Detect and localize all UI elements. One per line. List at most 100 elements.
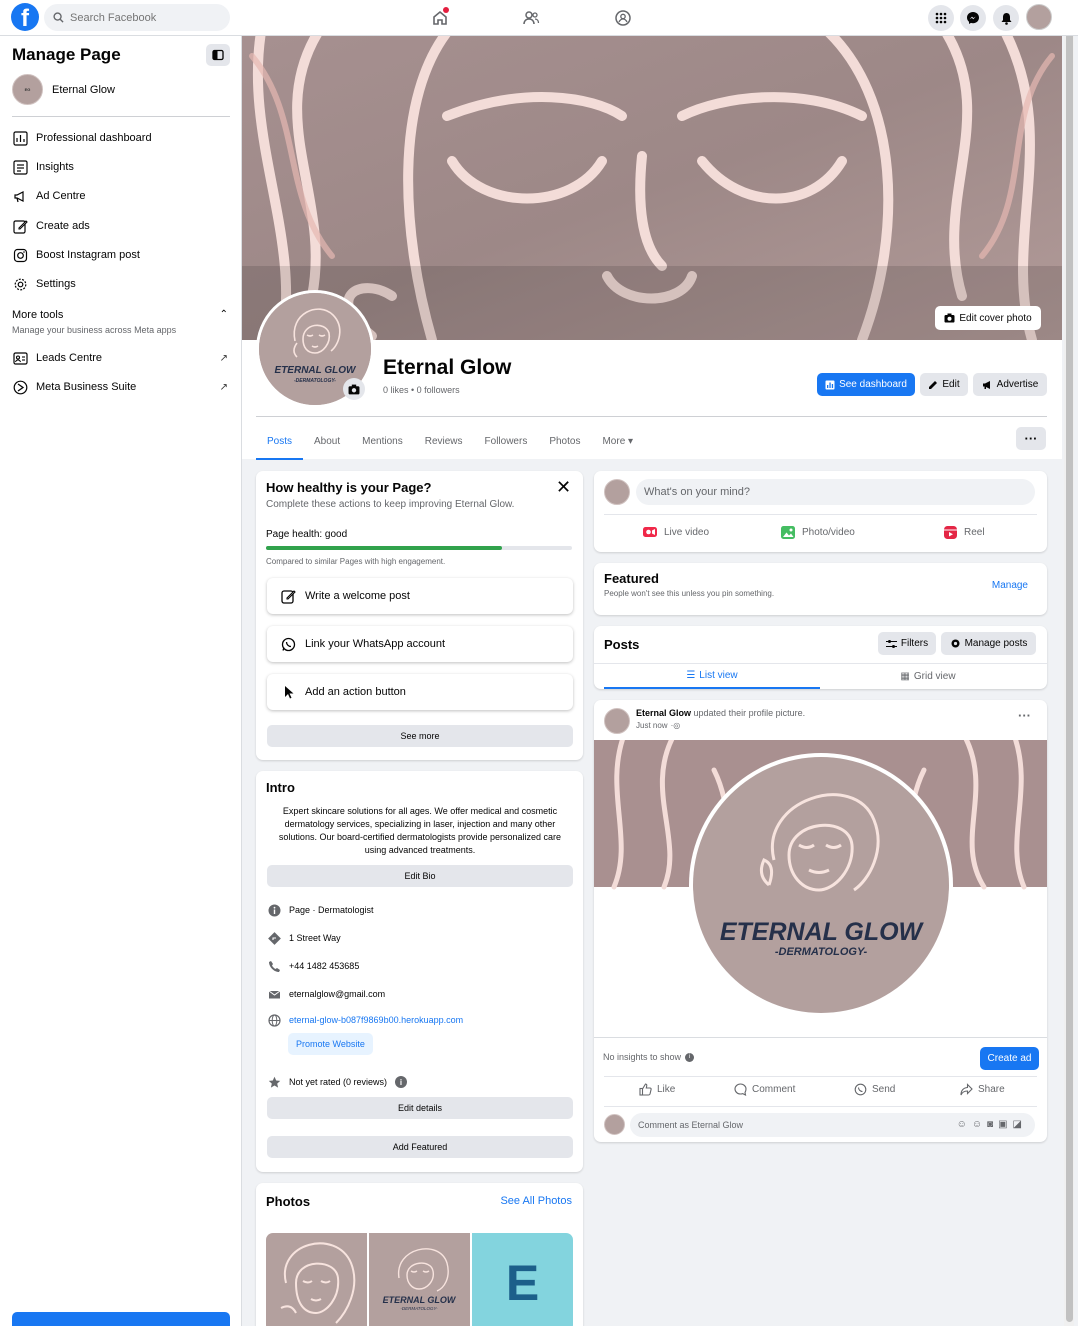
messenger-icon[interactable] (960, 5, 986, 31)
external-link-icon: ↗ (219, 352, 228, 364)
list-icon: ☰ (686, 670, 696, 681)
search-bar[interactable] (44, 4, 230, 31)
collapse-sidebar-button[interactable] (206, 44, 230, 66)
edit-details-button[interactable]: Edit details (267, 1097, 573, 1119)
close-icon[interactable]: ✕ (556, 477, 571, 498)
reel-button[interactable]: Reel (943, 525, 985, 540)
health-subtitle: Complete these actions to keep improving… (266, 499, 515, 510)
edit-bio-button[interactable]: Edit Bio (267, 865, 573, 887)
home-icon[interactable] (430, 7, 450, 28)
tab-photos[interactable]: Photos (538, 428, 591, 460)
list-view-tab[interactable]: ☰ List view (604, 664, 820, 689)
info-icon[interactable]: i (395, 1076, 408, 1088)
photo-thumbnail[interactable]: E (472, 1233, 573, 1326)
see-all-photos-link[interactable]: See All Photos (500, 1195, 572, 1207)
tab-followers[interactable]: Followers (474, 428, 539, 460)
svg-text:-DERMATOLOGY-: -DERMATOLOGY- (294, 378, 336, 384)
post-author[interactable]: Eternal Glow (636, 708, 691, 718)
sidebar-item-ad-centre[interactable]: Ad Centre (12, 188, 230, 204)
tab-posts[interactable]: Posts (256, 428, 304, 460)
sidebar-item-leads-centre[interactable]: Leads Centre ↗ (12, 350, 230, 366)
posts-header-card: Posts Filters Manage posts ☰ List view ▦… (594, 626, 1047, 689)
groups-icon[interactable] (613, 8, 633, 28)
avatar-sticker-icon[interactable]: ☺ (957, 1119, 972, 1130)
list-view-label: List view (699, 670, 738, 681)
scrollbar-thumb[interactable] (1066, 22, 1073, 1322)
live-video-button[interactable]: Live video (642, 525, 709, 539)
edit-page-button[interactable]: Edit (920, 373, 968, 396)
bell-icon[interactable] (993, 5, 1019, 31)
sidebar-item-label: Boost Instagram post (36, 249, 140, 261)
edit-cover-photo-button[interactable]: Edit cover photo (935, 306, 1041, 330)
tab-reviews[interactable]: Reviews (414, 428, 474, 460)
action-label: Add an action button (305, 686, 406, 698)
email-text[interactable]: eternalglow@gmail.com (289, 989, 385, 999)
page-title: Eternal Glow (383, 356, 512, 379)
post-options-button[interactable]: ··· (1018, 708, 1031, 723)
like-button[interactable]: Like (639, 1083, 675, 1096)
create-ad-button[interactable]: Create ad (980, 1047, 1039, 1070)
emoji-icon[interactable]: ☺ (972, 1119, 987, 1130)
add-featured-button[interactable]: Add Featured (267, 1136, 573, 1158)
website-link[interactable]: eternal-glow-b087f9869b00.herokuapp.com (289, 1015, 463, 1025)
comment-button[interactable]: Comment (734, 1083, 795, 1096)
sidebar-item-meta-business-suite[interactable]: Meta Business Suite ↗ (12, 379, 230, 395)
post-time[interactable]: Just now (636, 721, 668, 730)
sidebar-item-settings[interactable]: Settings (12, 276, 230, 292)
gif-icon[interactable]: ▣ (998, 1119, 1012, 1130)
manage-featured-link[interactable]: Manage (992, 580, 1028, 591)
tab-more[interactable]: More ▾ (591, 428, 644, 460)
cover-photo[interactable] (242, 36, 1062, 340)
more-options-button[interactable]: ··· (1016, 427, 1046, 450)
send-button[interactable]: Send (854, 1083, 895, 1096)
update-profile-picture-button[interactable] (343, 378, 365, 400)
post-author-avatar[interactable] (604, 708, 630, 734)
sticker-icon[interactable]: ◪ (1013, 1119, 1027, 1130)
menu-grid-icon[interactable] (928, 5, 954, 31)
gear-icon (951, 639, 960, 648)
camera-icon[interactable]: ◙ (987, 1119, 998, 1130)
sidebar-bottom-button[interactable] (12, 1312, 230, 1326)
write-welcome-post-button[interactable]: Write a welcome post (267, 578, 573, 614)
commenter-avatar[interactable] (604, 1114, 625, 1135)
page-stats: 0 likes • 0 followers (383, 385, 460, 395)
sidebar-item-create-ads[interactable]: Create ads (12, 218, 230, 234)
see-more-button[interactable]: See more (267, 725, 573, 747)
search-input[interactable] (70, 11, 210, 24)
more-tools-section[interactable]: More tools Manage your business across M… (12, 309, 230, 335)
facebook-logo[interactable]: f (11, 3, 39, 31)
add-action-button[interactable]: Add an action button (267, 674, 573, 710)
sidebar-page-switcher[interactable]: EG Eternal Glow (12, 74, 115, 105)
see-dashboard-button[interactable]: See dashboard (817, 373, 915, 396)
reel-label: Reel (964, 527, 985, 538)
friends-icon[interactable] (521, 8, 541, 28)
whats-on-your-mind-input[interactable]: What's on your mind? (636, 479, 1035, 505)
photo-video-button[interactable]: Photo/video (780, 525, 855, 540)
sidebar-item-insights[interactable]: Insights (12, 159, 230, 175)
sidebar-page-name: Eternal Glow (52, 83, 115, 96)
manage-page-sidebar: Manage Page EG Eternal Glow Professional… (0, 36, 242, 1326)
tab-mentions[interactable]: Mentions (351, 428, 414, 460)
filters-button[interactable]: Filters (878, 632, 936, 655)
globe-icon (267, 1013, 281, 1027)
action-label: Link your WhatsApp account (305, 638, 446, 650)
post-image[interactable]: ETERNAL GLOW -DERMATOLOGY- (594, 732, 1047, 1037)
manage-posts-button[interactable]: Manage posts (941, 632, 1036, 655)
tab-about[interactable]: About (303, 428, 351, 460)
more-tools-title: More tools (12, 309, 64, 321)
photo-thumbnail[interactable] (266, 1233, 367, 1326)
advertise-button[interactable]: Advertise (973, 373, 1047, 396)
sidebar-item-boost-instagram-post[interactable]: Boost Instagram post (12, 247, 230, 263)
info-icon[interactable]: i (685, 1052, 695, 1062)
health-compare: Compared to similar Pages with high enga… (266, 557, 446, 566)
link-whatsapp-button[interactable]: Link your WhatsApp account (267, 626, 573, 662)
share-button[interactable]: Share (960, 1083, 1005, 1096)
grid-view-tab[interactable]: ▦ Grid view (820, 664, 1036, 689)
promote-website-button[interactable]: Promote Website (288, 1033, 373, 1055)
comment-input[interactable]: Comment as Eternal Glow ☺☺◙▣◪ (630, 1113, 1035, 1137)
account-avatar[interactable] (1026, 4, 1052, 30)
photo-thumbnail[interactable]: ETERNAL GLOW -DERMATOLOGY- (369, 1233, 470, 1326)
chevron-up-icon[interactable]: ⌃ (220, 309, 228, 320)
sidebar-item-professional-dashboard[interactable]: Professional dashboard (12, 130, 230, 146)
comment-tools[interactable]: ☺☺◙▣◪ (957, 1113, 1027, 1137)
